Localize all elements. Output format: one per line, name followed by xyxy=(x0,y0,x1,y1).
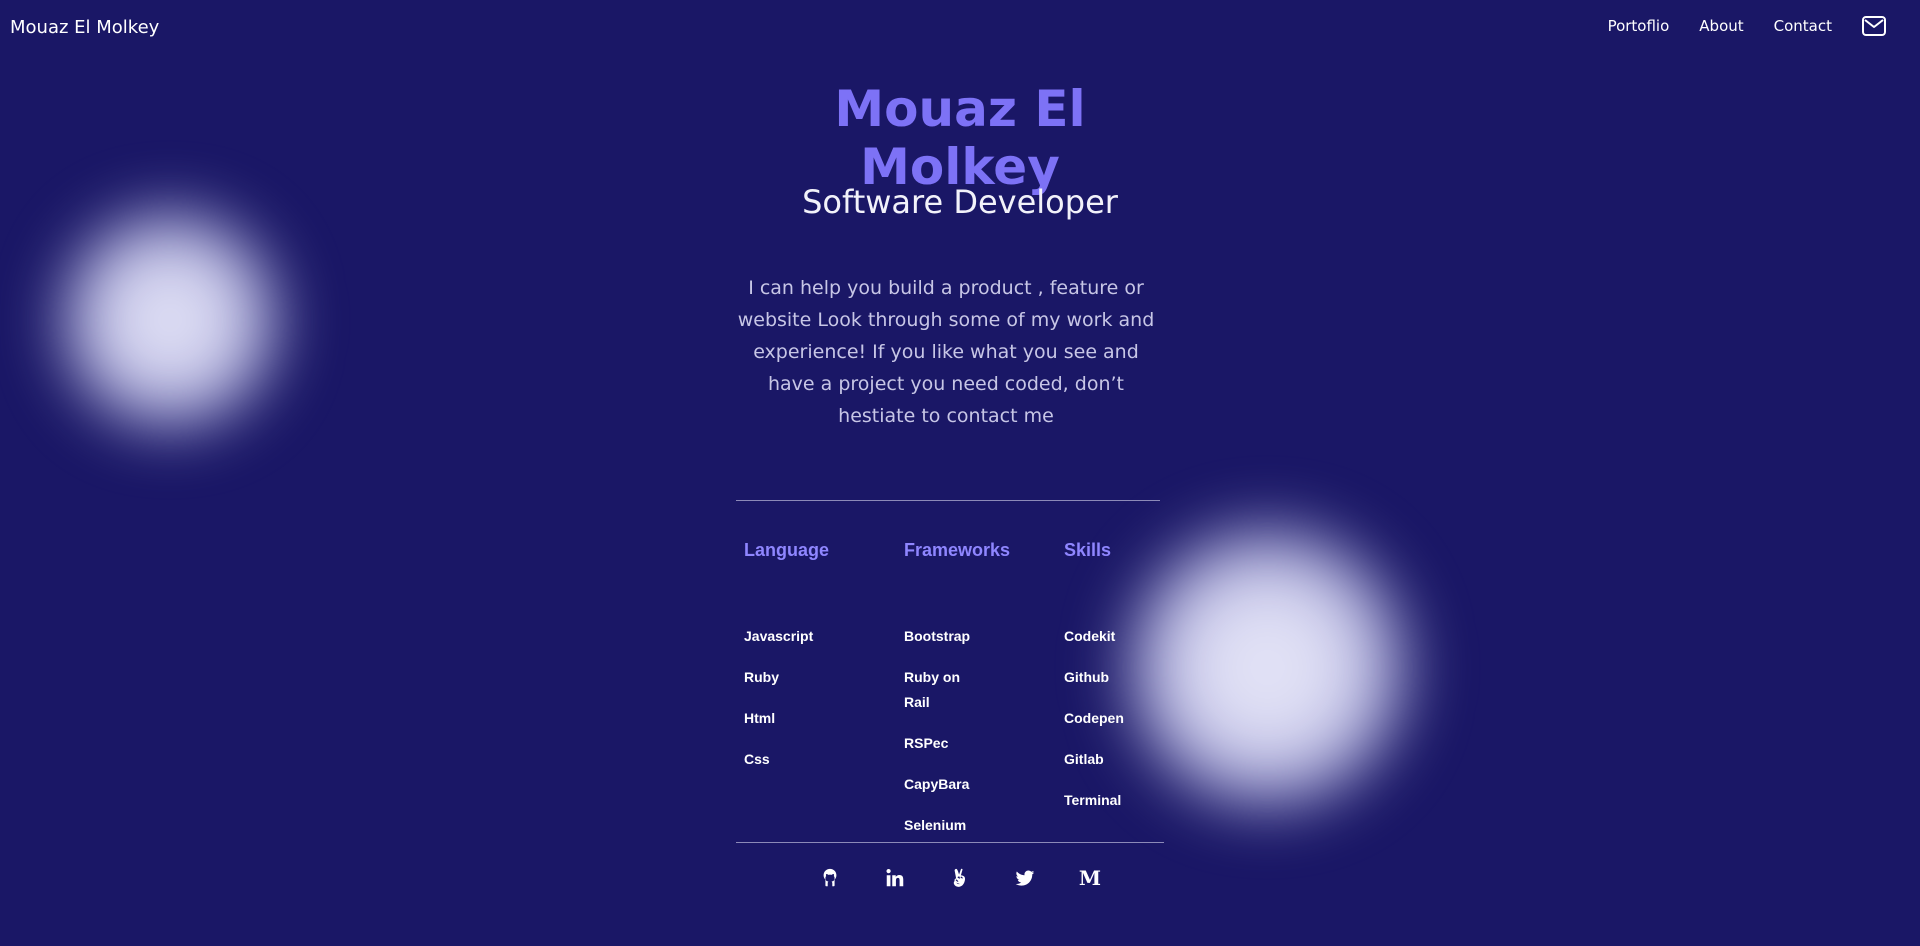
glow-blob-left xyxy=(55,205,285,435)
skill-column-frameworks: Frameworks Bootstrap Ruby on Rail RSPec … xyxy=(904,540,1011,833)
hero-description: I can help you build a product , feature… xyxy=(737,277,1155,427)
linkedin-icon[interactable] xyxy=(883,866,907,890)
skill-item: CapyBara xyxy=(904,776,970,792)
nav-brand[interactable]: Mouaz El Molkey xyxy=(10,17,159,38)
nav-link-about[interactable]: About xyxy=(1699,17,1743,35)
twitter-icon[interactable] xyxy=(1013,866,1037,890)
skill-column-title: Skills xyxy=(1064,540,1112,560)
skill-item: RSPec xyxy=(904,735,949,751)
skill-item: Gitlab xyxy=(1064,751,1104,767)
skill-item: Codepen xyxy=(1064,710,1124,726)
skill-list: Bootstrap Ruby on Rail RSPec CapyBara Se… xyxy=(904,624,976,854)
skill-item: Selenium xyxy=(904,817,967,833)
hero-name: Mouaz El Molkey xyxy=(834,80,1086,196)
nav-link-contact[interactable]: Contact xyxy=(1774,17,1832,35)
skill-item: Terminal xyxy=(1064,792,1122,808)
skill-item: Bootstrap xyxy=(904,628,971,644)
divider-bottom xyxy=(736,842,1164,843)
glow-blob-right xyxy=(1120,520,1415,815)
page: Mouaz El Molkey Portoflio About Contact … xyxy=(0,0,1920,946)
skill-column-title: Frameworks xyxy=(904,540,1011,560)
divider-top xyxy=(736,500,1160,501)
skill-item: Ruby xyxy=(744,669,779,685)
angellist-icon[interactable] xyxy=(948,866,972,890)
medium-icon[interactable]: M xyxy=(1078,866,1102,890)
skill-item: Codekit xyxy=(1064,628,1116,644)
mail-icon[interactable] xyxy=(1862,16,1886,36)
skill-item: Javascript xyxy=(744,628,814,644)
skill-item: Ruby on Rail xyxy=(904,669,960,710)
hero-role: Software Developer xyxy=(802,183,1118,221)
nav-link-portfolio[interactable]: Portoflio xyxy=(1608,17,1670,35)
skill-item: Html xyxy=(744,710,776,726)
github-icon[interactable] xyxy=(818,866,842,890)
social-links: M xyxy=(818,866,1143,890)
skill-list: Javascript Ruby Html Css xyxy=(744,624,813,788)
skill-list: Codekit Github Codepen Gitlab Terminal xyxy=(1064,624,1124,829)
skill-item: Github xyxy=(1064,669,1110,685)
skill-column-skills: Skills Codekit Github Codepen Gitlab Ter… xyxy=(1064,540,1174,808)
skill-column-title: Language xyxy=(744,540,830,560)
skill-column-language: Language Javascript Ruby Html Css xyxy=(744,540,854,767)
skill-item: Css xyxy=(744,751,770,767)
nav-links: Portoflio About Contact xyxy=(1578,16,1886,36)
